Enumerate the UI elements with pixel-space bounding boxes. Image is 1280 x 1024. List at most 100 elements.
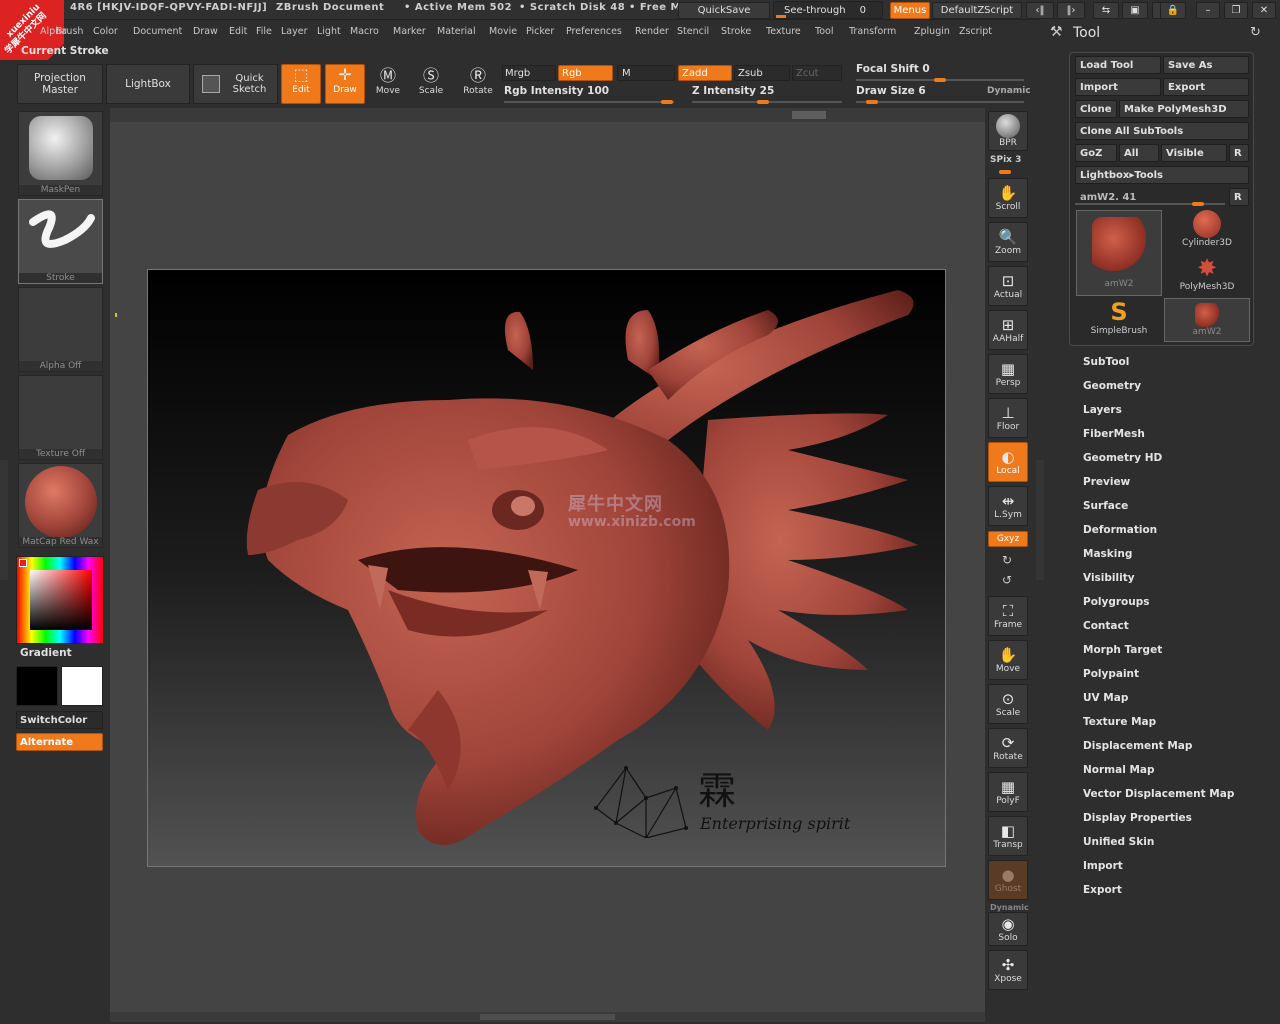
menu-macro[interactable]: Macro: [350, 26, 379, 37]
lightbox-button[interactable]: LightBox: [106, 64, 190, 104]
lock-icon[interactable]: 🔒: [1160, 2, 1186, 19]
draw-size-dynamic[interactable]: Dynamic: [987, 86, 1031, 96]
submenu-fibermesh[interactable]: FiberMesh: [1083, 428, 1145, 440]
rgb-intensity-track[interactable]: [504, 101, 674, 103]
quick-sketch-button[interactable]: Quick Sketch: [193, 64, 278, 104]
submenu-normal-map[interactable]: Normal Map: [1083, 764, 1155, 776]
clone-all-subtools-button[interactable]: Clone All SubTools: [1075, 122, 1249, 140]
shelf-rotate-button[interactable]: ⟳ Rotate: [988, 728, 1028, 768]
see-through-slider[interactable]: See-through 0: [773, 1, 883, 19]
move-button[interactable]: Ⓜ Move: [370, 66, 406, 102]
xpose-button[interactable]: ✣ Xpose: [988, 950, 1028, 990]
goz-all-button[interactable]: All: [1119, 144, 1159, 162]
menu-movie[interactable]: Movie: [489, 26, 517, 37]
canvas-scrollbar-top[interactable]: [110, 108, 985, 122]
menu-transform[interactable]: Transform: [849, 26, 896, 37]
submenu-surface[interactable]: Surface: [1083, 500, 1128, 512]
submenu-display-properties[interactable]: Display Properties: [1083, 812, 1192, 824]
stroke-selector[interactable]: Stroke: [18, 199, 103, 284]
projection-master-button[interactable]: Projection Master: [17, 64, 103, 104]
submenu-geometry[interactable]: Geometry: [1083, 380, 1141, 392]
make-polymesh-button[interactable]: Make PolyMesh3D: [1119, 100, 1249, 118]
goz-button[interactable]: GoZ: [1075, 144, 1117, 162]
menu-draw[interactable]: Draw: [193, 26, 218, 37]
submenu-deformation[interactable]: Deformation: [1083, 524, 1157, 536]
bpr-button[interactable]: BPR: [988, 111, 1028, 151]
material-selector[interactable]: MatCap Red Wax: [18, 463, 103, 548]
menu-layer[interactable]: Layer: [281, 26, 308, 37]
maximize-icon[interactable]: ❐: [1224, 2, 1248, 19]
alpha-selector[interactable]: Alpha Off: [18, 287, 103, 372]
nav-right-icon[interactable]: ‖›: [1057, 2, 1085, 19]
menu-zscript[interactable]: Zscript: [959, 26, 992, 37]
tool-thumb-polymesh[interactable]: ✸ PolyMesh3D: [1164, 254, 1250, 298]
rotate-z-icon[interactable]: ↺: [1002, 573, 1012, 587]
z-intensity-knob[interactable]: [757, 100, 769, 104]
switch-color-button[interactable]: SwitchColor: [16, 711, 103, 729]
submenu-subtool[interactable]: SubTool: [1083, 356, 1129, 368]
zsub-button[interactable]: Zsub: [734, 65, 790, 81]
submenu-uv-map[interactable]: UV Map: [1083, 692, 1128, 704]
floor-button[interactable]: ⊥ Floor: [988, 398, 1028, 438]
secondary-color-swatch[interactable]: [16, 666, 58, 706]
rotate-y-icon[interactable]: ↻: [1002, 553, 1012, 567]
alternate-button[interactable]: Alternate: [16, 733, 103, 751]
document-canvas[interactable]: 犀牛中文网 www.xinizb.com 霖 Enterprising spir…: [147, 269, 946, 867]
current-tool-knob[interactable]: [1192, 202, 1204, 206]
menu-light[interactable]: Light: [317, 26, 341, 37]
brush-selector[interactable]: MaskPen: [18, 111, 103, 196]
submenu-masking[interactable]: Masking: [1083, 548, 1132, 560]
zcut-button[interactable]: Zcut: [792, 65, 842, 81]
scroll-button[interactable]: ✋ Scroll: [988, 178, 1028, 218]
zadd-button[interactable]: Zadd: [678, 65, 732, 81]
import-button[interactable]: Import: [1075, 78, 1161, 96]
menu-marker[interactable]: Marker: [393, 26, 426, 37]
canvas-scroll-thumb[interactable]: [792, 111, 826, 119]
tool-thumb-simplebrush[interactable]: S SimpleBrush: [1076, 298, 1162, 342]
rgb-intensity-slider[interactable]: Rgb Intensity 100: [504, 85, 609, 97]
lsym-button[interactable]: ⇹ L.Sym: [988, 486, 1028, 526]
minimize-icon[interactable]: –: [1196, 2, 1220, 19]
goz-r-button[interactable]: R: [1229, 144, 1249, 162]
persp-button[interactable]: ▦ Persp: [988, 354, 1028, 394]
local-button[interactable]: ◐ Local: [988, 442, 1028, 482]
scale-button[interactable]: Ⓢ Scale: [413, 66, 449, 102]
focal-shift-slider[interactable]: Focal Shift 0: [856, 63, 930, 75]
submenu-morph-target[interactable]: Morph Target: [1083, 644, 1162, 656]
submenu-polygroups[interactable]: Polygroups: [1083, 596, 1150, 608]
menu-tool[interactable]: Tool: [815, 26, 833, 37]
submenu-texture-map[interactable]: Texture Map: [1083, 716, 1156, 728]
clone-button[interactable]: Clone: [1075, 100, 1117, 118]
shelf-move-button[interactable]: ✋ Move: [988, 640, 1028, 680]
polyf-button[interactable]: ▦ PolyF: [988, 772, 1028, 812]
refresh-icon[interactable]: ↻: [1250, 25, 1261, 40]
rgb-intensity-knob[interactable]: [661, 100, 673, 104]
layout-icon[interactable]: ▣: [1122, 2, 1148, 19]
menu-brush[interactable]: Brush: [56, 26, 83, 37]
menu-edit[interactable]: Edit: [229, 26, 247, 37]
submenu-import[interactable]: Import: [1083, 860, 1123, 872]
export-button[interactable]: Export: [1163, 78, 1249, 96]
lightbox-tools-button[interactable]: Lightbox▸Tools: [1075, 166, 1249, 184]
menu-stroke[interactable]: Stroke: [721, 26, 751, 37]
frame-button[interactable]: ⛶ Frame: [988, 596, 1028, 636]
menu-preferences[interactable]: Preferences: [566, 26, 622, 37]
current-tool-r-button[interactable]: R: [1229, 188, 1249, 206]
layout-swap-icon[interactable]: ⇆: [1093, 2, 1119, 19]
save-as-button[interactable]: Save As: [1163, 56, 1249, 74]
color-picker-square[interactable]: [30, 570, 92, 630]
submenu-preview[interactable]: Preview: [1083, 476, 1130, 488]
draw-size-slider[interactable]: Draw Size 6: [856, 85, 926, 97]
tool-thumb-amw2-main[interactable]: amW2: [1076, 210, 1162, 296]
rotate-button[interactable]: Ⓡ Rotate: [458, 66, 498, 102]
menu-color[interactable]: Color: [93, 26, 118, 37]
submenu-geometry-hd[interactable]: Geometry HD: [1083, 452, 1162, 464]
z-intensity-slider[interactable]: Z Intensity 25: [692, 85, 774, 97]
shelf-scale-button[interactable]: ⊙ Scale: [988, 684, 1028, 724]
default-zscript-button[interactable]: DefaultZScript: [932, 2, 1022, 19]
submenu-layers[interactable]: Layers: [1083, 404, 1122, 416]
menu-texture[interactable]: Texture: [766, 26, 801, 37]
submenu-export[interactable]: Export: [1083, 884, 1122, 896]
submenu-polypaint[interactable]: Polypaint: [1083, 668, 1139, 680]
zoom-button[interactable]: 🔍 Zoom: [988, 222, 1028, 262]
